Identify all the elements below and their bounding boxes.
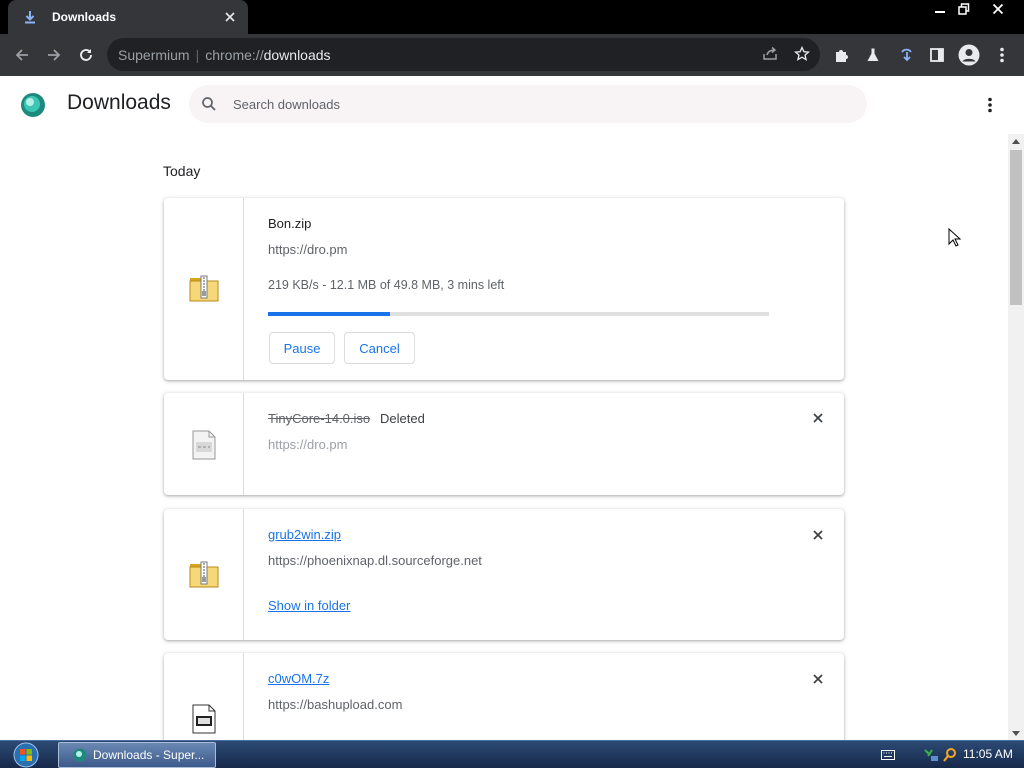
generic-file-icon — [188, 703, 220, 735]
deleted-status-tag: Deleted — [380, 411, 425, 426]
tab-downloads[interactable]: Downloads — [8, 0, 248, 34]
file-name: Bon.zip — [268, 216, 312, 231]
title-bar: Downloads — [0, 0, 1024, 34]
back-arrow-icon[interactable] — [10, 43, 34, 67]
remove-item-icon[interactable] — [808, 408, 828, 428]
address-separator: | — [195, 47, 200, 63]
cancel-button[interactable]: Cancel — [344, 332, 415, 364]
labs-flask-icon[interactable] — [861, 43, 885, 67]
extensions-puzzle-icon[interactable] — [829, 43, 853, 67]
keyboard-icon[interactable] — [879, 746, 897, 764]
file-source-url: https://dro.pm — [268, 242, 348, 257]
more-actions-icon[interactable] — [980, 94, 1000, 116]
search-box[interactable] — [189, 85, 867, 123]
download-progress-bar — [268, 312, 769, 316]
download-item: grub2win.zip https://phoenixnap.dl.sourc… — [164, 509, 844, 640]
file-name: TinyCore-14.0.iso — [268, 411, 371, 426]
pause-button[interactable]: Pause — [269, 332, 335, 364]
browser-toolbar: Supermium | chrome://downloads — [0, 34, 1024, 76]
file-icon-column — [164, 393, 244, 495]
windows-taskbar: Downloads - Super... 11:05 AM — [0, 740, 1024, 768]
file-source-url: https://bashupload.com — [268, 697, 403, 712]
reload-icon[interactable] — [74, 43, 98, 67]
file-source-url: https://phoenixnap.dl.sourceforge.net — [268, 553, 482, 568]
volume-search-icon[interactable] — [941, 746, 959, 764]
download-progress-fill — [268, 312, 390, 316]
zip-archive-icon — [188, 558, 220, 590]
download-icon — [22, 9, 38, 25]
bookmark-star-icon[interactable] — [790, 42, 814, 66]
page-scrollbar[interactable] — [1008, 134, 1024, 740]
restore-window-icon[interactable] — [951, 0, 977, 18]
address-host: Supermium — [118, 47, 190, 63]
network-icon[interactable] — [922, 746, 940, 764]
address-path: downloads — [263, 47, 331, 63]
generic-file-icon — [188, 429, 220, 461]
file-name-link[interactable]: grub2win.zip — [268, 527, 341, 542]
download-item: TinyCore-14.0.iso Deleted https://dro.pm — [164, 393, 844, 495]
file-source-url: https://dro.pm — [268, 437, 348, 452]
download-item: Bon.zip https://dro.pm 219 KB/s - 12.1 M… — [164, 198, 844, 380]
minimize-window-icon[interactable] — [927, 0, 953, 18]
supermium-taskbar-icon — [73, 748, 87, 762]
tab-title: Downloads — [52, 10, 117, 24]
download-status-text: 219 KB/s - 12.1 MB of 49.8 MB, 3 mins le… — [268, 278, 505, 292]
download-progress-icon[interactable] — [895, 43, 919, 67]
remove-item-icon[interactable] — [808, 669, 828, 689]
file-name-link[interactable]: c0wOM.7z — [268, 671, 329, 686]
share-icon[interactable] — [758, 42, 782, 66]
search-input[interactable] — [233, 94, 833, 114]
taskbar-item-downloads[interactable]: Downloads - Super... — [58, 742, 216, 768]
start-button-icon[interactable] — [6, 742, 46, 768]
taskbar-clock[interactable]: 11:05 AM — [963, 747, 1013, 761]
profile-avatar-icon[interactable] — [957, 43, 981, 67]
browser-menu-icon[interactable] — [990, 43, 1014, 67]
file-icon-column — [164, 509, 244, 640]
close-window-icon[interactable] — [985, 0, 1011, 18]
side-panel-icon[interactable] — [925, 43, 949, 67]
close-tab-icon[interactable] — [222, 9, 238, 25]
taskbar-item-label: Downloads - Super... — [93, 748, 205, 762]
zip-archive-icon — [188, 272, 220, 304]
address-bar[interactable]: Supermium | chrome://downloads — [107, 38, 820, 71]
address-scheme: chrome:// — [205, 47, 264, 63]
forward-arrow-icon[interactable] — [42, 43, 66, 67]
scroll-up-arrow-icon[interactable] — [1008, 134, 1024, 148]
downloads-header: Downloads — [0, 76, 1024, 134]
scrollbar-thumb[interactable] — [1010, 150, 1022, 305]
remove-item-icon[interactable] — [808, 525, 828, 545]
page-title: Downloads — [67, 91, 171, 114]
date-section-label: Today — [163, 163, 201, 179]
supermium-logo-icon — [20, 92, 46, 118]
mouse-cursor-icon — [948, 227, 962, 248]
show-in-folder-link[interactable]: Show in folder — [268, 598, 350, 613]
file-icon-column — [164, 198, 244, 380]
search-icon — [201, 96, 217, 112]
scroll-down-arrow-icon[interactable] — [1008, 726, 1024, 740]
